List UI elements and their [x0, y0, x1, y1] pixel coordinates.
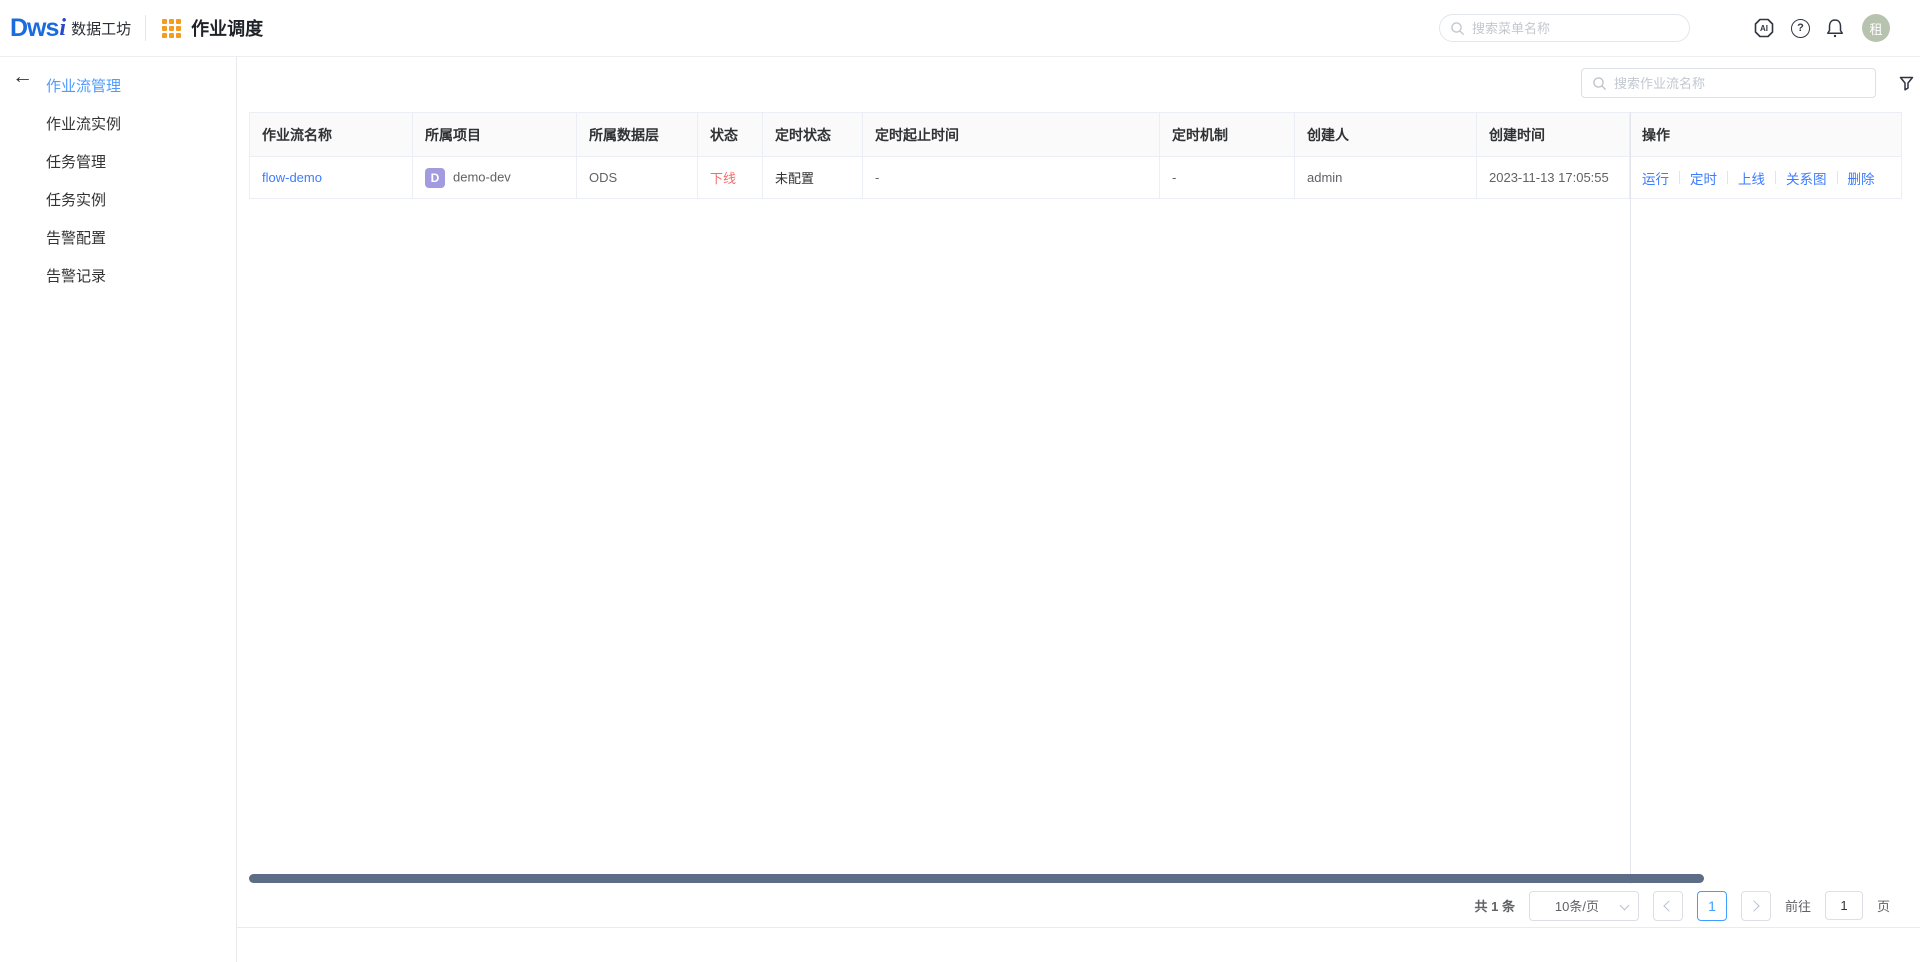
topbar-left: Dwsi 数据工坊 作业调度: [10, 14, 263, 43]
timer-range-value: -: [863, 157, 1160, 199]
col-data-layer: 所属数据层: [577, 112, 698, 157]
goto-page-input[interactable]: [1825, 891, 1863, 920]
sidebar-item-workflow-manage[interactable]: 作业流管理: [0, 68, 236, 106]
schedule-button[interactable]: 定时: [1690, 168, 1717, 188]
horizontal-scrollbar[interactable]: [249, 874, 1704, 883]
prev-page-button[interactable]: [1653, 891, 1683, 921]
page-unit-label: 页: [1877, 896, 1890, 915]
topbar-right: AI ? 租: [1439, 14, 1920, 42]
col-status: 状态: [698, 112, 763, 157]
run-button[interactable]: 运行: [1642, 168, 1669, 188]
col-timer-status: 定时状态: [763, 112, 863, 157]
search-icon: [1592, 76, 1607, 91]
col-workflow-name: 作业流名称: [249, 112, 413, 157]
workflow-table: 作业流名称 所属项目 所属数据层 状态 定时状态 定时起止时间 定时机制 创建人…: [249, 112, 1902, 199]
main-content: 作业流名称 所属项目 所属数据层 状态 定时状态 定时起止时间 定时机制 创建人…: [237, 57, 1920, 962]
creator-value: admin: [1295, 157, 1477, 199]
search-icon: [1450, 21, 1465, 36]
col-project: 所属项目: [413, 112, 577, 157]
sidebar-item-alert-config[interactable]: 告警配置: [0, 220, 236, 258]
chevron-down-icon: [1620, 900, 1630, 910]
menu-search-input[interactable]: [1472, 21, 1679, 36]
col-created-time: 创建时间: [1477, 112, 1630, 157]
col-timer-range: 定时起止时间: [863, 112, 1160, 157]
page-title: 作业调度: [191, 15, 263, 41]
apps-grid-icon[interactable]: [162, 19, 181, 38]
project-badge: D: [425, 168, 445, 188]
chevron-right-icon: [1749, 900, 1760, 911]
created-time-value: 2023-11-13 17:05:55: [1477, 157, 1630, 199]
pagination-bar: 共 1 条 10条/页 1 前往 页: [237, 884, 1920, 928]
help-icon[interactable]: ?: [1791, 19, 1810, 38]
workflow-search-input[interactable]: [1614, 76, 1865, 91]
relation-graph-button[interactable]: 关系图: [1786, 168, 1827, 188]
topbar-divider: [145, 15, 146, 41]
table-row: flow-demo Ddemo-dev ODS 下线 未配置 - - admin…: [249, 157, 1902, 199]
brand-logo-i: i: [59, 15, 66, 42]
ai-assistant-icon[interactable]: AI: [1752, 16, 1776, 40]
online-button[interactable]: 上线: [1738, 168, 1765, 188]
chevron-left-icon: [1664, 900, 1675, 911]
status-badge: 下线: [710, 171, 736, 186]
sidebar-item-workflow-instance[interactable]: 作业流实例: [0, 106, 236, 144]
fixed-column-divider: [1630, 112, 1631, 884]
goto-label: 前往: [1785, 896, 1811, 915]
data-layer-value: ODS: [577, 157, 698, 199]
filter-icon[interactable]: [1898, 75, 1915, 92]
brand-product-name: 数据工坊: [71, 18, 131, 39]
page-size-select[interactable]: 10条/页: [1529, 891, 1639, 921]
col-creator: 创建人: [1295, 112, 1477, 157]
menu-search-box[interactable]: [1439, 14, 1690, 42]
project-name: demo-dev: [453, 169, 511, 184]
workflow-search-box[interactable]: [1581, 68, 1876, 98]
col-operations: 操作: [1630, 112, 1902, 157]
workflow-name-link[interactable]: flow-demo: [262, 170, 322, 185]
timer-mechanism-value: -: [1160, 157, 1295, 199]
sidebar-item-alert-record[interactable]: 告警记录: [0, 258, 236, 296]
timer-status-value: 未配置: [775, 171, 814, 186]
sidebar-item-task-manage[interactable]: 任务管理: [0, 144, 236, 182]
topbar: Dwsi 数据工坊 作业调度 AI ? 租: [0, 0, 1920, 57]
delete-button[interactable]: 删除: [1848, 168, 1875, 188]
avatar[interactable]: 租: [1862, 14, 1890, 42]
bell-icon[interactable]: [1825, 17, 1845, 39]
next-page-button[interactable]: [1741, 891, 1771, 921]
back-arrow-icon[interactable]: ←: [12, 65, 33, 89]
table-header-row: 作业流名称 所属项目 所属数据层 状态 定时状态 定时起止时间 定时机制 创建人…: [249, 112, 1902, 157]
brand-logo: Dws: [10, 14, 58, 43]
total-count: 共 1 条: [1475, 896, 1515, 915]
sidebar: ← 作业流管理 作业流实例 任务管理 任务实例 告警配置 告警记录: [0, 57, 237, 962]
col-timer-mechanism: 定时机制: [1160, 112, 1295, 157]
sidebar-item-task-instance[interactable]: 任务实例: [0, 182, 236, 220]
current-page-button[interactable]: 1: [1697, 891, 1727, 921]
